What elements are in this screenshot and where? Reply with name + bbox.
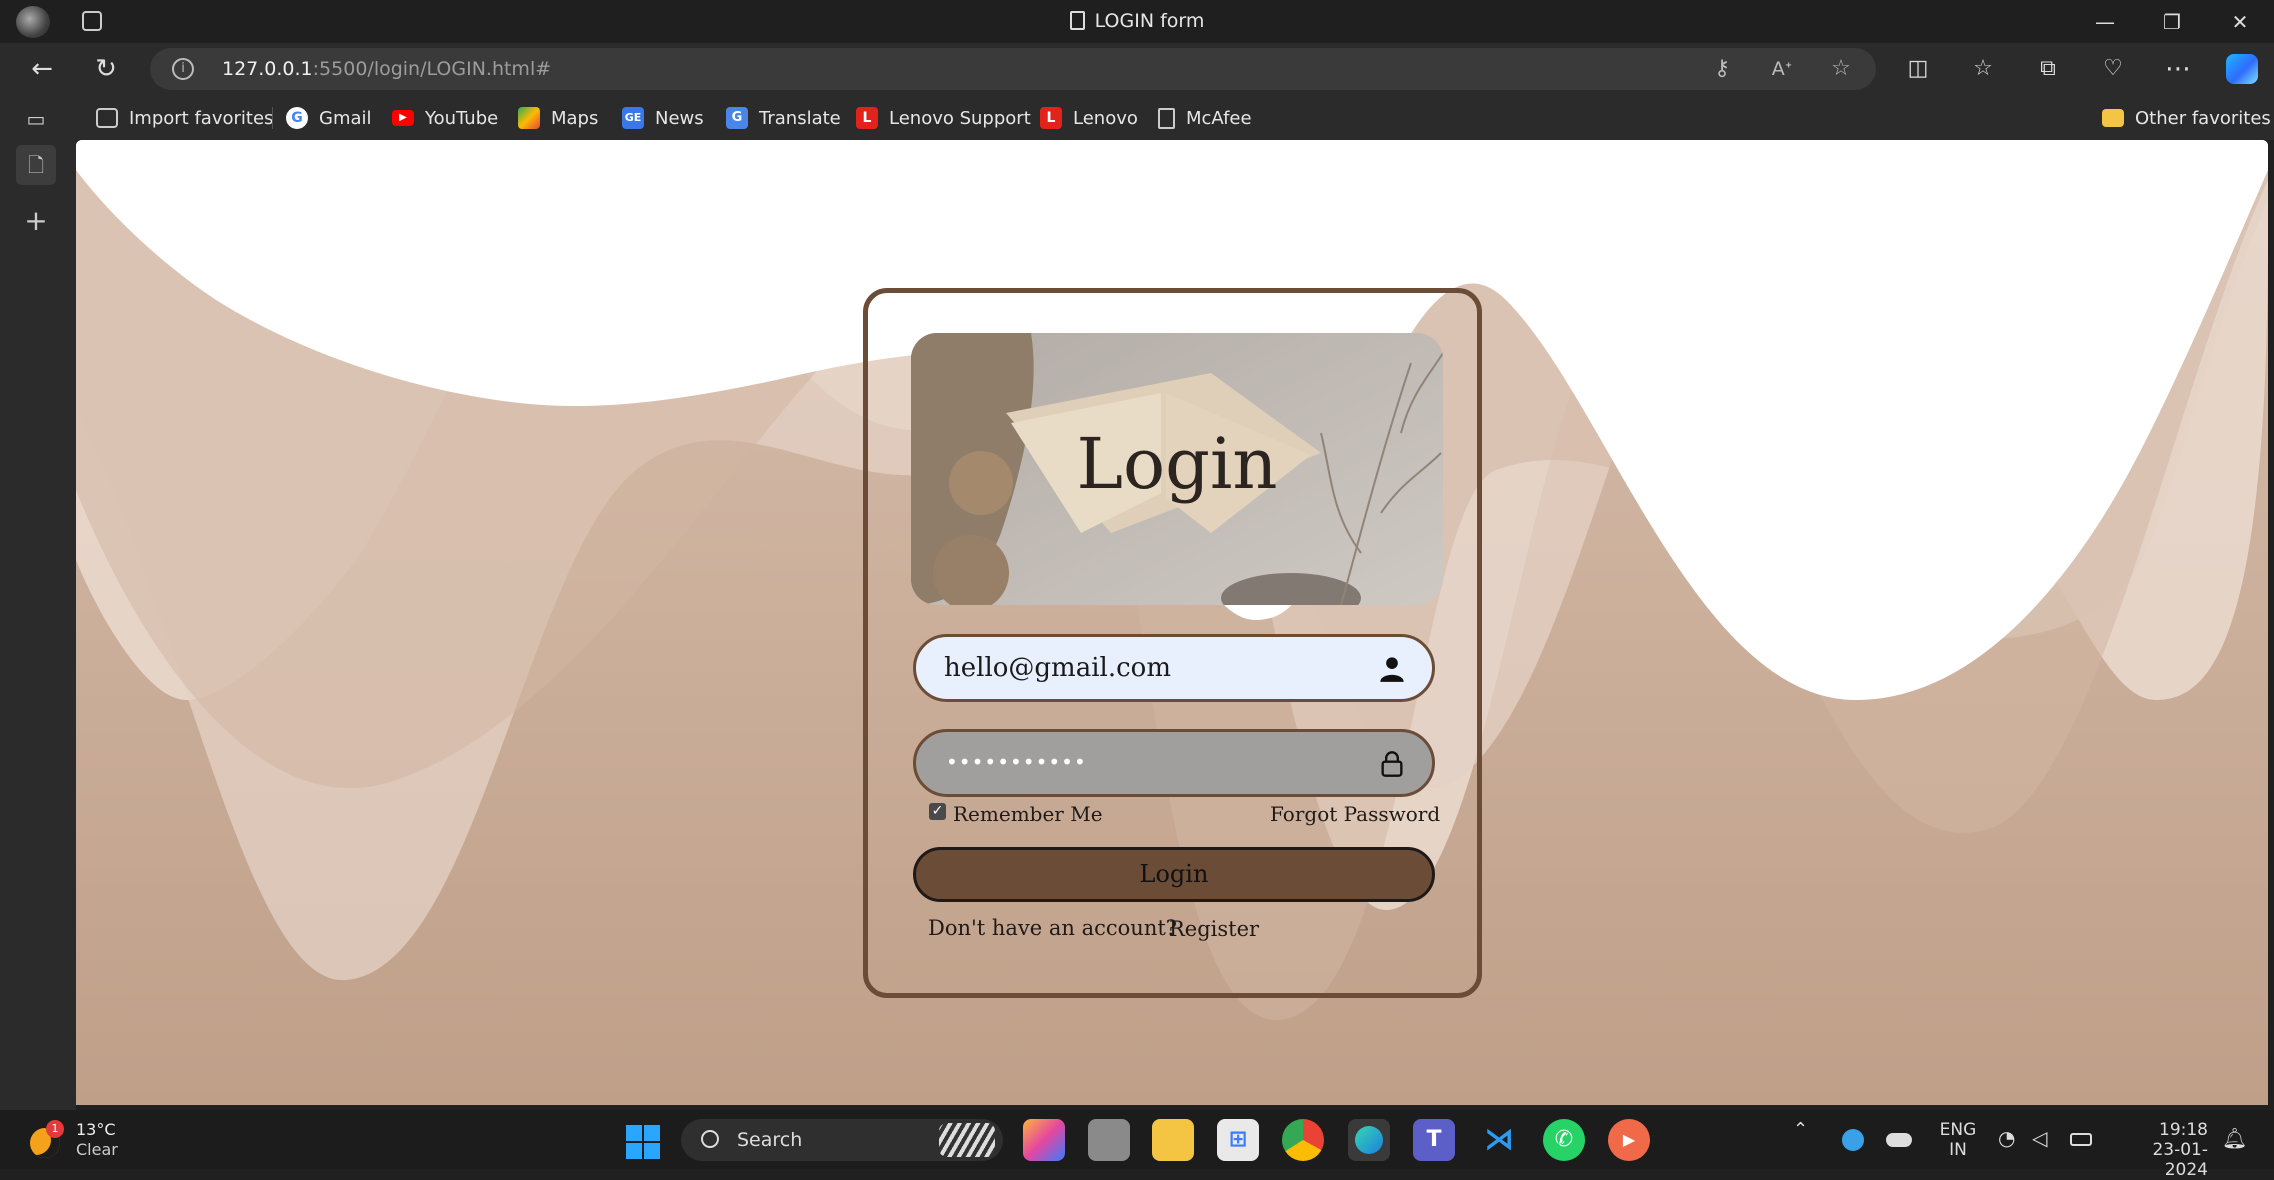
email-field[interactable]: hello@gmail.com	[913, 634, 1435, 702]
search-icon	[701, 1130, 719, 1148]
translate-icon: G	[726, 107, 748, 129]
more-options-icon[interactable]: ⋯	[2156, 47, 2200, 91]
notification-bell-icon[interactable]: 🔔︎	[2222, 1128, 2247, 1148]
page-icon	[1158, 107, 1175, 129]
lenovo-icon: L	[1040, 107, 1062, 129]
window-title: LOGIN form	[0, 10, 2274, 32]
password-field[interactable]: •••••••••••	[913, 729, 1435, 797]
site-info-icon[interactable]: i	[172, 58, 194, 80]
minimize-button[interactable]: —	[2085, 6, 2125, 38]
search-highlight-zebra-icon	[939, 1123, 995, 1157]
file-explorer-icon[interactable]	[1152, 1119, 1194, 1161]
copilot-app-icon[interactable]	[1023, 1119, 1065, 1161]
windows-logo-icon	[626, 1125, 660, 1159]
taskbar-search[interactable]: Search	[681, 1119, 1003, 1161]
login-banner-image: Login	[911, 333, 1443, 605]
news-icon: GE	[622, 107, 644, 129]
new-tab-plus-icon[interactable]: +	[16, 201, 56, 241]
password-mask: •••••••••••	[946, 750, 1087, 774]
user-icon	[1380, 657, 1404, 682]
lock-icon	[1381, 751, 1403, 777]
forgot-password-link[interactable]: Forgot Password	[1270, 802, 1440, 826]
search-label: Search	[737, 1129, 803, 1151]
email-value: hello@gmail.com	[944, 653, 1171, 683]
weather-temp: 13°C	[76, 1120, 116, 1139]
read-aloud-icon[interactable]: Aᐩ	[1766, 54, 1798, 84]
favorites-icon[interactable]: ☆	[1961, 47, 2005, 91]
health-icon[interactable]: ♡	[2091, 47, 2135, 91]
whatsapp-icon[interactable]: ✆	[1543, 1119, 1585, 1161]
show-hidden-icons[interactable]: ⌃	[1793, 1120, 1808, 1140]
youtube-icon: ▶	[392, 110, 414, 126]
bookmark-gmail[interactable]: G Gmail	[286, 105, 372, 131]
maps-icon	[518, 107, 540, 129]
title-bar: LOGIN form — ❐ ✕	[0, 0, 2274, 43]
media-player-icon[interactable]: ▶	[1608, 1119, 1650, 1161]
back-button[interactable]: ←	[20, 47, 64, 91]
bookmark-mcafee[interactable]: McAfee	[1158, 105, 1252, 131]
lenovo-icon: L	[856, 107, 878, 129]
bookmark-lenovo-support[interactable]: L Lenovo Support	[856, 105, 1031, 131]
active-tab-page-icon[interactable]: 🗋	[16, 145, 56, 185]
import-icon	[96, 108, 118, 128]
no-account-text: Don't have an account?	[928, 916, 1178, 940]
vertical-tabs-sidebar: ▭ 🗋 +	[0, 95, 76, 1110]
url-text[interactable]: 127.0.0.1:5500/login/LOGIN.html#	[222, 58, 551, 80]
weather-badge: 1	[46, 1120, 64, 1138]
weather-desc: Clear	[76, 1140, 118, 1159]
bookmark-maps[interactable]: Maps	[518, 105, 598, 131]
start-button[interactable]	[626, 1125, 660, 1159]
collections-icon[interactable]: ⧉	[2026, 47, 2070, 91]
language-indicator[interactable]: ENG IN	[1936, 1120, 1980, 1160]
onedrive-icon[interactable]	[1886, 1133, 1912, 1147]
bookmark-lenovo[interactable]: L Lenovo	[1040, 105, 1138, 131]
bookmark-translate[interactable]: G Translate	[726, 105, 841, 131]
bookmark-news[interactable]: GE News	[622, 105, 704, 131]
bookmark-import-favorites[interactable]: Import favorites	[96, 105, 273, 131]
google-icon: G	[286, 107, 308, 129]
tab-panel-icon[interactable]: ▭	[16, 99, 56, 139]
remember-me-label: Remember Me	[953, 802, 1103, 826]
other-favorites[interactable]: Other favorites	[2102, 105, 2271, 131]
copilot-icon[interactable]	[2226, 54, 2258, 84]
restore-button[interactable]: ❐	[2152, 6, 2192, 38]
key-icon[interactable]: ⚷	[1706, 54, 1738, 84]
register-link[interactable]: Register	[1169, 917, 1259, 941]
clock[interactable]: 19:18 23-01-2024	[2116, 1120, 2208, 1180]
close-button[interactable]: ✕	[2220, 6, 2260, 38]
windows-taskbar: 1 13°C Clear Search ⊞ T ⋊ ✆ ▶ ⌃ ENG IN ◔…	[0, 1110, 2274, 1180]
edge-logo	[1355, 1126, 1383, 1154]
task-view-icon[interactable]	[1088, 1119, 1130, 1161]
favorites-bar: Import favorites G Gmail ▶ YouTube Maps GE…	[76, 95, 2274, 140]
navigation-bar: ← ↻ i 127.0.0.1:5500/login/LOGIN.html# ⚷…	[0, 43, 2274, 95]
login-heading: Login	[1076, 423, 1278, 505]
volume-icon[interactable]: ◁	[2032, 1128, 2047, 1148]
address-bar[interactable]: i 127.0.0.1:5500/login/LOGIN.html# ⚷ Aᐩ …	[150, 48, 1876, 90]
folder-icon	[2102, 109, 2124, 127]
teams-icon[interactable]: T	[1413, 1119, 1455, 1161]
vscode-icon[interactable]: ⋊	[1478, 1119, 1520, 1161]
remember-me-checkbox[interactable]: ✓	[929, 803, 946, 820]
clock-app-tray-icon[interactable]	[1842, 1129, 1864, 1151]
edge-icon[interactable]	[1348, 1119, 1390, 1161]
login-button[interactable]: Login	[913, 847, 1435, 902]
wifi-icon[interactable]: ◔	[1998, 1128, 2015, 1148]
microsoft-store-icon[interactable]: ⊞	[1217, 1119, 1259, 1161]
refresh-button[interactable]: ↻	[84, 47, 128, 91]
chrome-icon[interactable]	[1282, 1119, 1324, 1161]
weather-widget[interactable]: 1 13°C Clear	[26, 1118, 136, 1162]
bookmark-youtube[interactable]: ▶ YouTube	[392, 105, 498, 131]
bookmark-divider	[272, 107, 273, 129]
favorite-star-icon[interactable]: ☆	[1825, 54, 1857, 84]
split-screen-icon[interactable]: ◫	[1896, 47, 1940, 91]
document-icon	[1069, 11, 1085, 30]
battery-icon[interactable]	[2070, 1133, 2092, 1146]
